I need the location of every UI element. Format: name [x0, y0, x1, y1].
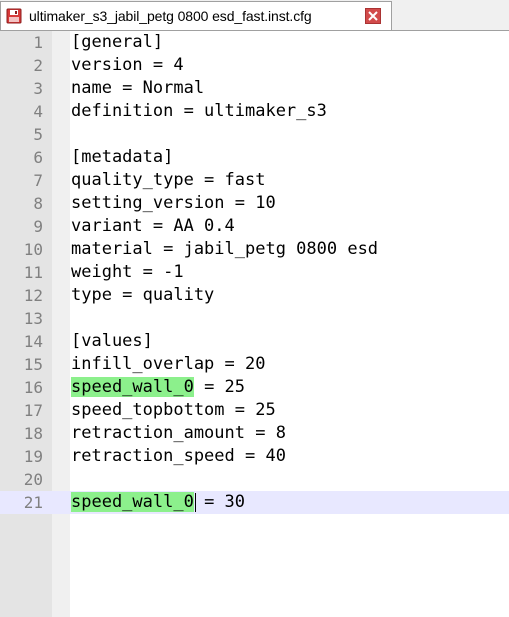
line-text: weight = -1 [71, 261, 184, 284]
line-number: 10 [23, 240, 43, 259]
line-number: 4 [33, 102, 43, 121]
line-text: retraction_amount = 8 [71, 422, 286, 445]
line-number: 3 [33, 79, 43, 98]
line-number: 16 [23, 378, 43, 397]
floppy-disk-red-icon [6, 8, 22, 24]
code-line[interactable]: 1 [general] [0, 31, 509, 54]
line-text: setting_version = 10 [71, 192, 276, 215]
text-editor[interactable]: 1 [general] 2 version = 4 3 name = Normal 4 def… [0, 31, 509, 617]
line-number: 14 [23, 332, 43, 351]
line-text: [metadata] [71, 146, 173, 169]
line-text: material = jabil_petg 0800 esd [71, 238, 378, 261]
line-text: speed_wall_0 = 30 [71, 491, 245, 514]
line-number: 19 [23, 447, 43, 466]
code-text: variant = AA 0.4 [71, 216, 235, 236]
code-line[interactable]: 18 retraction_amount = 8 [0, 422, 509, 445]
code-text: = 25 [193, 377, 246, 397]
line-text: type = quality [71, 284, 214, 307]
code-line[interactable]: 3 name = Normal [0, 77, 509, 100]
line-text: speed_wall_0 = 25 [71, 376, 245, 399]
code-text: version = 4 [71, 55, 184, 75]
line-number: 2 [33, 56, 43, 75]
line-number: 11 [23, 263, 43, 282]
line-text: speed_topbottom = 25 [71, 399, 276, 422]
code-text: weight = -1 [71, 262, 184, 282]
code-line[interactable]: 16 speed_wall_0 = 25 [0, 376, 509, 399]
code-text: = 30 [193, 492, 246, 512]
line-number: 12 [23, 286, 43, 305]
line-number: 5 [33, 125, 43, 144]
code-text: speed_topbottom = 25 [71, 400, 276, 420]
code-text: [metadata] [71, 147, 174, 167]
line-number: 1 [33, 33, 43, 52]
code-text: retraction_speed = 40 [71, 446, 286, 466]
line-text: quality_type = fast [71, 169, 265, 192]
line-text: definition = ultimaker_s3 [71, 100, 327, 123]
search-highlight: speed_wall_0 [71, 377, 194, 397]
line-number: 18 [23, 424, 43, 443]
code-text: [general] [71, 32, 164, 52]
line-text: variant = AA 0.4 [71, 215, 235, 238]
code-line[interactable]: 17 speed_topbottom = 25 [0, 399, 509, 422]
line-text: name = Normal [71, 77, 204, 100]
code-line[interactable]: 15 infill_overlap = 20 [0, 353, 509, 376]
line-text: [values] [71, 330, 153, 353]
code-text: retraction_amount = 8 [71, 423, 286, 443]
tab-bar: ultimaker_s3_jabil_petg 0800 esd_fast.in… [0, 0, 509, 31]
line-number: 13 [23, 309, 43, 328]
code-line[interactable]: 21 speed_wall_0 = 30 [0, 491, 509, 514]
line-number: 9 [33, 217, 43, 236]
code-text: material = jabil_petg 0800 esd [71, 239, 379, 259]
line-text: infill_overlap = 20 [71, 353, 265, 376]
line-number: 20 [23, 470, 43, 489]
code-text: definition = ultimaker_s3 [71, 101, 327, 121]
code-line[interactable]: 5 [0, 123, 509, 146]
line-text: version = 4 [71, 54, 184, 77]
code-text: infill_overlap = 20 [71, 354, 266, 374]
code-line[interactable]: 6 [metadata] [0, 146, 509, 169]
line-number: 17 [23, 401, 43, 420]
code-line[interactable]: 9 variant = AA 0.4 [0, 215, 509, 238]
code-line[interactable]: 20 [0, 468, 509, 491]
code-line[interactable]: 11 weight = -1 [0, 261, 509, 284]
line-number: 8 [33, 194, 43, 213]
line-text: [general] [71, 31, 163, 54]
code-text: name = Normal [71, 78, 205, 98]
code-line[interactable]: 4 definition = ultimaker_s3 [0, 100, 509, 123]
search-highlight: speed_wall_0 [71, 492, 194, 512]
tab-filename: ultimaker_s3_jabil_petg 0800 esd_fast.in… [29, 8, 312, 24]
code-line[interactable]: 7 quality_type = fast [0, 169, 509, 192]
code-line[interactable]: 13 [0, 307, 509, 330]
code-line[interactable]: 8 setting_version = 10 [0, 192, 509, 215]
line-number: 21 [23, 493, 43, 512]
code-lines: 1 [general] 2 version = 4 3 name = Normal 4 def… [0, 31, 509, 514]
code-line[interactable]: 2 version = 4 [0, 54, 509, 77]
code-text: setting_version = 10 [71, 193, 276, 213]
code-line[interactable]: 14 [values] [0, 330, 509, 353]
code-text: quality_type = fast [71, 170, 266, 190]
code-line[interactable]: 12 type = quality [0, 284, 509, 307]
code-line[interactable]: 10 material = jabil_petg 0800 esd [0, 238, 509, 261]
close-icon[interactable] [365, 8, 381, 24]
code-text: type = quality [71, 285, 215, 305]
code-text: [values] [71, 331, 153, 351]
line-text: retraction_speed = 40 [71, 445, 286, 468]
line-number: 15 [23, 355, 43, 374]
line-number: 6 [33, 148, 43, 167]
line-number: 7 [33, 171, 43, 190]
code-line[interactable]: 19 retraction_speed = 40 [0, 445, 509, 468]
file-tab[interactable]: ultimaker_s3_jabil_petg 0800 esd_fast.in… [0, 1, 392, 30]
